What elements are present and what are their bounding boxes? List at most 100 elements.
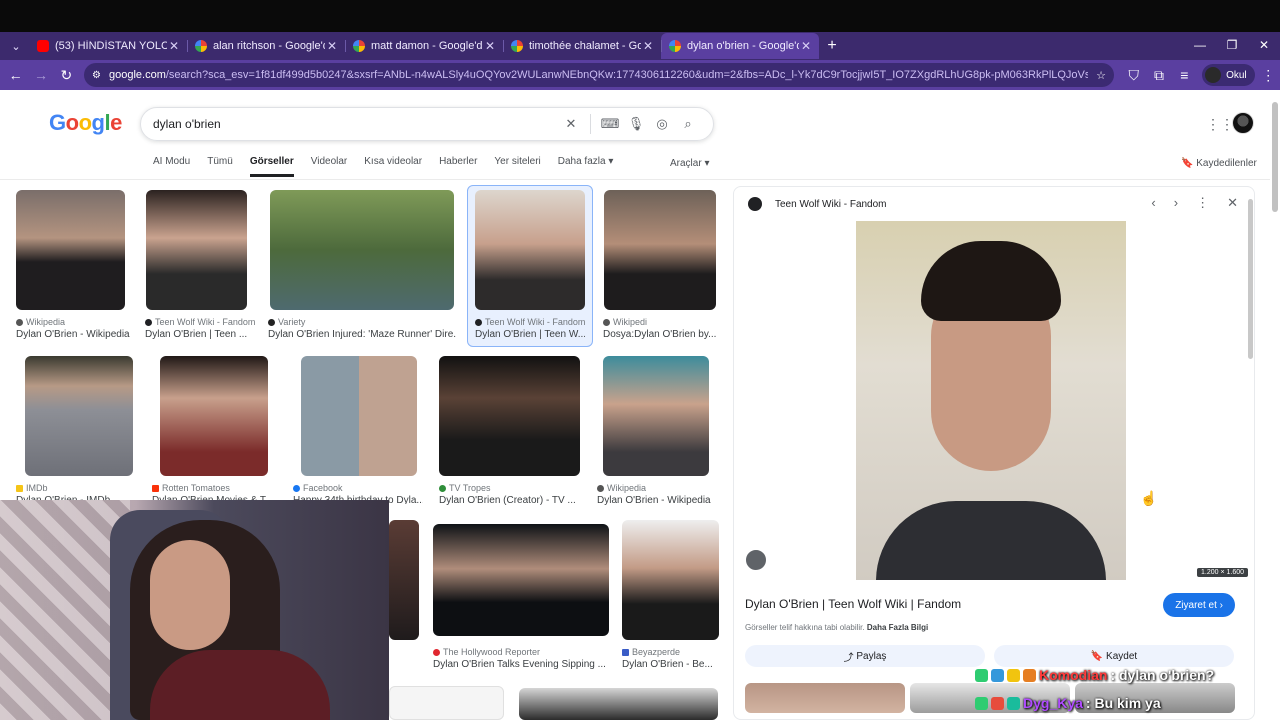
saved-button[interactable]: 🔖 Kaydedilenler [1181,158,1257,169]
image-result[interactable] [389,686,504,720]
save-button[interactable]: 🔖 Kaydet [994,645,1234,667]
result-caption[interactable]: Dosya:Dylan O'Brien by... [603,329,718,340]
related-thumbnail[interactable] [745,683,905,713]
result-thumbnail[interactable] [604,190,716,310]
site-info-icon[interactable]: ⚙ [92,70,101,81]
back-icon[interactable]: ← [4,63,27,87]
result-source[interactable]: Variety [268,317,305,327]
close-tab-icon[interactable]: ✕ [325,39,339,53]
result-caption[interactable]: Dylan O'Brien | Teen ... [145,329,250,340]
image-result[interactable] [519,688,719,720]
result-caption[interactable]: Dylan O'Brien - Wikipedia [16,329,131,340]
close-tab-icon[interactable]: ✕ [167,39,181,53]
shield-icon[interactable]: ⛉ [1122,63,1145,87]
result-source[interactable]: Rotten Tomatoes [152,483,230,493]
result-caption[interactable]: Dylan O'Brien Talks Evening Sipping ... [433,659,611,670]
filter-images[interactable]: Görseller [249,156,294,177]
close-icon[interactable]: ✕ [1227,195,1238,211]
image-result[interactable]: Beyazperde Dylan O'Brien - Be... [622,520,722,672]
tab-dylan-obrien[interactable]: dylan o'brien - Google'da Ara ✕ [661,33,819,59]
result-thumbnail[interactable] [270,190,454,310]
image-result[interactable]: IMDb Dylan O'Brien - IMDb [16,356,141,504]
panel-source[interactable]: Teen Wolf Wiki - Fandom [775,199,887,210]
result-thumbnail[interactable] [603,356,709,476]
lens-icon[interactable]: ◎ [649,116,675,132]
lens-search-icon[interactable] [744,548,768,572]
result-thumbnail[interactable] [389,686,504,720]
image-result[interactable]: Facebook Happy 34th birthday to Dyla... [293,356,428,504]
result-source[interactable]: The Hollywood Reporter [433,647,540,657]
keyboard-icon[interactable]: ⌨ [597,116,623,132]
tab-alan-ritchson[interactable]: alan ritchson - Google'da Ara ✕ [187,33,345,59]
result-thumbnail[interactable] [301,356,417,476]
address-bar[interactable]: ⚙ google.com/search?sca_esv=1f81df499d5b… [84,63,1115,87]
result-thumbnail[interactable] [25,356,133,476]
panel-title[interactable]: Dylan O'Brien | Teen Wolf Wiki | Fandom [745,597,961,611]
filter-news[interactable]: Haberler [439,156,477,177]
search-box[interactable]: dylan o'brien ✕ ⌨ 🎙 ◎ ⌕ [140,107,714,141]
result-source[interactable]: IMDb [16,483,48,493]
result-caption[interactable]: Dylan O'Brien - Be... [622,659,720,670]
more-options-icon[interactable]: ⋮ [1196,195,1209,211]
result-source[interactable]: Teen Wolf Wiki - Fandom [145,317,255,327]
page-scrollbar[interactable] [1272,102,1278,212]
filter-all[interactable]: Tümü [207,156,233,177]
image-result[interactable]: The Hollywood Reporter Dylan O'Brien Tal… [433,524,613,672]
forward-icon[interactable]: → [29,63,52,87]
result-caption[interactable]: Dylan O'Brien - Wikipedia [597,495,715,506]
result-thumbnail[interactable] [519,688,718,720]
result-source[interactable]: Teen Wolf Wiki - Fandom [475,317,585,327]
search-icon[interactable]: ⌕ [675,116,701,132]
google-logo[interactable]: Google [49,110,122,136]
microphone-icon[interactable]: 🎙 [623,116,649,132]
filter-more[interactable]: Daha fazla ▾ [558,156,614,177]
filter-short-videos[interactable]: Kısa videolar [364,156,422,177]
panel-header[interactable]: Teen Wolf Wiki - Fandom [748,197,887,211]
image-result[interactable]: TV Tropes Dylan O'Brien (Creator) - TV .… [439,356,584,506]
panel-scrollbar[interactable] [1248,199,1253,359]
filter-videos[interactable]: Videolar [311,156,348,177]
tab-timothee-chalamet[interactable]: timothée chalamet - Google'da ✕ [503,33,661,59]
visit-button[interactable]: Ziyaret et › [1163,593,1235,617]
image-result[interactable]: Variety Dylan O'Brien Injured: 'Maze Run… [268,190,458,342]
tab-youtube[interactable]: (53) HİNDİSTAN YOLCULUĞU V ✕ [29,33,187,59]
extensions-icon[interactable]: ⧉ [1147,63,1170,87]
image-result[interactable] [389,520,421,640]
result-thumbnail[interactable] [439,356,580,476]
image-result[interactable]: Rotten Tomatoes Dylan O'Brien Movies & T… [152,356,277,504]
image-result[interactable]: Wikipedia Dylan O'Brien - Wikipedia [597,356,717,506]
image-result-selected[interactable]: Teen Wolf Wiki - Fandom Dylan O'Brien | … [475,190,590,342]
maximize-icon[interactable]: ❐ [1216,38,1248,52]
more-info-link[interactable]: Daha Fazla Bilgi [867,623,928,632]
bookmark-star-icon[interactable]: ☆ [1096,69,1106,82]
profile-button[interactable]: Okul [1202,64,1255,86]
new-tab-button[interactable]: + [819,37,845,55]
result-caption[interactable]: Dylan O'Brien | Teen W... [475,329,585,340]
tools-button[interactable]: Araçlar ▾ [670,158,709,169]
share-button[interactable]: ⤴ Paylaş [745,645,985,667]
close-tab-icon[interactable]: ✕ [641,39,655,53]
image-result[interactable]: Teen Wolf Wiki - Fandom Dylan O'Brien | … [145,190,255,342]
menu-icon[interactable]: ⋮ [1257,63,1280,87]
preview-image[interactable] [856,221,1126,580]
user-avatar[interactable] [1232,112,1254,134]
result-source[interactable]: Wikipedi [603,317,647,327]
clear-icon[interactable]: ✕ [558,116,584,132]
search-input[interactable]: dylan o'brien [153,117,558,131]
tab-search-icon[interactable]: ⌄ [3,36,29,56]
result-caption[interactable]: Dylan O'Brien Injured: 'Maze Runner' Dir… [268,329,456,340]
result-thumbnail[interactable] [433,524,609,636]
reload-icon[interactable]: ↻ [55,63,78,87]
minimize-icon[interactable]: — [1184,38,1216,52]
next-icon[interactable]: › [1174,195,1178,211]
result-thumbnail[interactable] [160,356,268,476]
result-source[interactable]: Facebook [293,483,343,493]
filter-places[interactable]: Yer siteleri [494,156,540,177]
result-thumbnail[interactable] [475,190,585,310]
tab-matt-damon[interactable]: matt damon - Google'da Ara ✕ [345,33,503,59]
close-tab-icon[interactable]: ✕ [483,39,497,53]
result-source[interactable]: TV Tropes [439,483,491,493]
image-result[interactable]: Wikipedi Dosya:Dylan O'Brien by... [603,190,718,342]
result-thumbnail[interactable] [622,520,719,640]
result-source[interactable]: Beyazperde [622,647,680,657]
